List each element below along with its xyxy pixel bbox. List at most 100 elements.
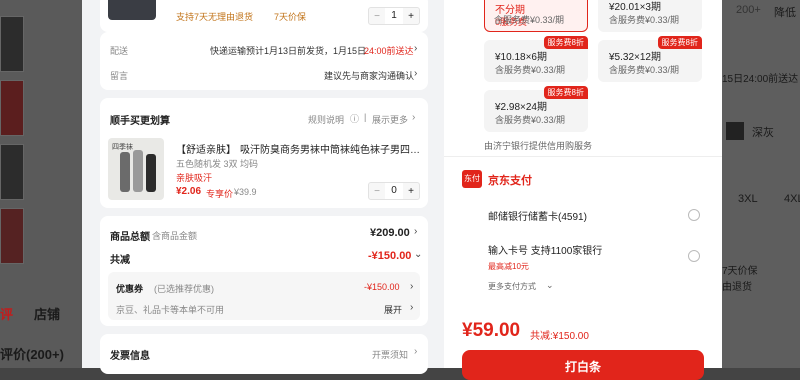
jd-pay-title: 京东支付 xyxy=(488,175,532,187)
pay-button-label: 打白条 xyxy=(564,360,601,374)
thumbnail-label: 四季袜 xyxy=(112,144,133,151)
addon-spec[interactable]: 五色随机发 3双 均码 xyxy=(176,157,258,170)
addon-feature: 亲肤吸汗 xyxy=(176,173,213,183)
plan-tag: 服务费8折 xyxy=(543,86,588,99)
return-policy: 支持7天无理由退货 xyxy=(176,12,254,22)
plan-24-periods[interactable]: 服务费8折 ¥2.98×24期 含服务费¥0.33/期 xyxy=(484,86,588,132)
addon-title: 顺手买更划算 xyxy=(110,116,170,127)
plan-3-periods[interactable]: ¥20.01×3期 含服务费¥0.33/期 xyxy=(598,0,702,32)
background-text: 降低 xyxy=(774,7,796,19)
summary-card: 商品总额 含商品金额 ¥209.00 › 共减 -¥150.00 ⌄ 优惠券 (… xyxy=(100,216,428,326)
delivery-card: 配送 快递运输预计1月13日前发货，1月15日 24:00前送达 › 留言 建议… xyxy=(100,32,428,90)
decrease-button[interactable]: − xyxy=(369,186,385,197)
background-thumbnail xyxy=(0,80,24,136)
addon-quantity-stepper[interactable]: − 0 + xyxy=(368,182,420,200)
background-text: 15日24:00前送达 xyxy=(722,74,799,85)
background-thumbnail xyxy=(0,144,24,200)
plan-title: ¥2.98×24期 xyxy=(495,102,547,113)
bank-card-radio[interactable] xyxy=(688,209,700,221)
plan-sub: 含服务费¥0.33/期 xyxy=(609,65,680,75)
background-text: 深灰 xyxy=(752,127,774,139)
expand-button[interactable]: 展开 xyxy=(384,303,402,316)
pay-button[interactable]: 打白条 xyxy=(462,350,704,380)
invoice-label: 发票信息 xyxy=(110,351,150,362)
delivery-time[interactable]: 24:00前送达 xyxy=(364,44,414,57)
payment-option-bank-card[interactable]: 邮储银行储蓄卡(4591) xyxy=(488,208,587,223)
divider xyxy=(444,156,722,157)
background-thumbnail xyxy=(0,16,24,72)
info-icon[interactable]: ⓘ xyxy=(350,112,359,125)
divider: | xyxy=(364,112,367,122)
background-left-strip: 评 店铺 评价(200+) xyxy=(0,0,82,368)
new-card-radio[interactable] xyxy=(688,250,700,262)
more-payment-methods[interactable]: 更多支付方式 xyxy=(488,281,536,292)
plan-sub: 含服务费¥0.33/期 xyxy=(495,115,566,125)
chevron-down-icon[interactable]: ⌄ xyxy=(546,280,554,291)
addon-price: ¥2.06 xyxy=(176,186,202,197)
quantity-value[interactable]: 1 xyxy=(385,8,403,24)
chevron-right-icon: › xyxy=(414,43,418,54)
plan-tag: 服务费8折 xyxy=(543,36,588,49)
sock-shape xyxy=(146,154,156,192)
background-text: 200+ xyxy=(736,4,761,16)
chevron-right-icon: › xyxy=(410,302,414,313)
background-text: 7天价保 xyxy=(722,266,758,277)
coupon-sub: (已选推荐优惠) xyxy=(154,284,214,294)
remark-value[interactable]: 建议先与商家沟通确认 xyxy=(324,69,414,82)
addon-brand[interactable]: 【舒适亲肤】 xyxy=(176,141,236,156)
delivery-label: 配送 xyxy=(110,46,129,56)
decrease-button[interactable]: − xyxy=(369,11,385,22)
delivery-value[interactable]: 快递运输预计1月13日前发货，1月15日 xyxy=(210,44,366,57)
chevron-right-icon: › xyxy=(414,346,418,357)
plan-6-periods[interactable]: 服务费8折 ¥10.18×6期 含服务费¥0.33/期 xyxy=(484,36,588,82)
addon-price-tag: 专享价 xyxy=(206,189,234,199)
background-thumbnail xyxy=(0,208,24,264)
addon-item-title[interactable]: 吸汗防臭商务男袜中筒袜纯色袜子男四… xyxy=(240,141,420,156)
remark-label: 留言 xyxy=(110,71,129,81)
footer-total: ¥59.00 xyxy=(462,320,521,341)
payment-option-new-card[interactable]: 输入卡号 支持1100家银行 xyxy=(488,242,602,257)
background-tab-store: 店铺 xyxy=(34,307,61,322)
coupon-box: 优惠券 (已选推荐优惠) -¥150.00 › 京豆、礼品卡等本单不可用 展开 … xyxy=(108,272,420,320)
product-thumbnail[interactable] xyxy=(108,0,156,20)
sock-shape xyxy=(120,152,130,192)
checkout-sheet: 支持7天无理由退货 7天价保 − 1 + 配送 快递运输预计1月13日前发货，1… xyxy=(82,0,722,380)
provider-note: 由济宁银行提供信用购服务 xyxy=(484,141,593,151)
chevron-down-icon: ⌄ xyxy=(414,249,423,260)
plan-title: ¥10.18×6期 xyxy=(495,52,547,63)
total-value[interactable]: ¥209.00 xyxy=(370,227,410,239)
plan-12-periods[interactable]: 服务费8折 ¥5.32×12期 含服务费¥0.33/期 xyxy=(598,36,702,82)
rules-link[interactable]: 规则说明 xyxy=(308,113,344,126)
plan-sub: 含服务费¥0.33/期 xyxy=(495,65,566,75)
invoice-notice-link[interactable]: 开票须知 xyxy=(372,348,408,361)
jd-pay-icon: 东付 xyxy=(462,170,482,188)
plan-sub: 含服务费¥0.33/期 xyxy=(494,15,565,25)
sock-shape xyxy=(133,150,143,192)
coupon-value[interactable]: -¥150.00 xyxy=(364,282,400,292)
chevron-right-icon: › xyxy=(412,112,416,123)
addon-original-price: ¥39.9 xyxy=(234,187,257,197)
background-tab-reviews: 评 xyxy=(0,307,14,322)
expand-more-link[interactable]: 展示更多 xyxy=(372,113,408,126)
quantity-value[interactable]: 0 xyxy=(385,183,403,199)
background-reviews-count: 评价(200+) xyxy=(0,347,64,362)
increase-button[interactable]: + xyxy=(403,186,419,197)
footer-saved: 共减:¥150.00 xyxy=(530,331,589,342)
price-guarantee: 7天价保 xyxy=(274,12,307,22)
plan-tag: 服务费8折 xyxy=(657,36,702,49)
background-text: 由退货 xyxy=(722,282,752,293)
total-label: 商品总额 xyxy=(110,232,150,243)
plan-title: ¥5.32×12期 xyxy=(609,52,661,63)
increase-button[interactable]: + xyxy=(403,11,419,22)
chevron-right-icon: › xyxy=(410,281,414,292)
discount-value[interactable]: -¥150.00 xyxy=(368,250,411,262)
background-right-strip: 200+ 降低 15日24:00前送达 深灰 3XL 4XL 7天价保 由退货 xyxy=(722,0,800,368)
chevron-right-icon: › xyxy=(414,68,418,79)
addon-thumbnail[interactable]: 四季袜 xyxy=(108,138,164,200)
quantity-stepper[interactable]: − 1 + xyxy=(368,7,420,25)
addon-card: 顺手买更划算 规则说明 ⓘ | 展示更多 › 四季袜 【舒适亲肤】 吸汗防臭商务… xyxy=(100,98,428,208)
plan-sub: 含服务费¥0.33/期 xyxy=(609,15,680,25)
background-text: 3XL xyxy=(738,193,758,205)
coupon-label: 优惠券 xyxy=(116,284,144,294)
background-text: 4XL xyxy=(784,193,800,205)
